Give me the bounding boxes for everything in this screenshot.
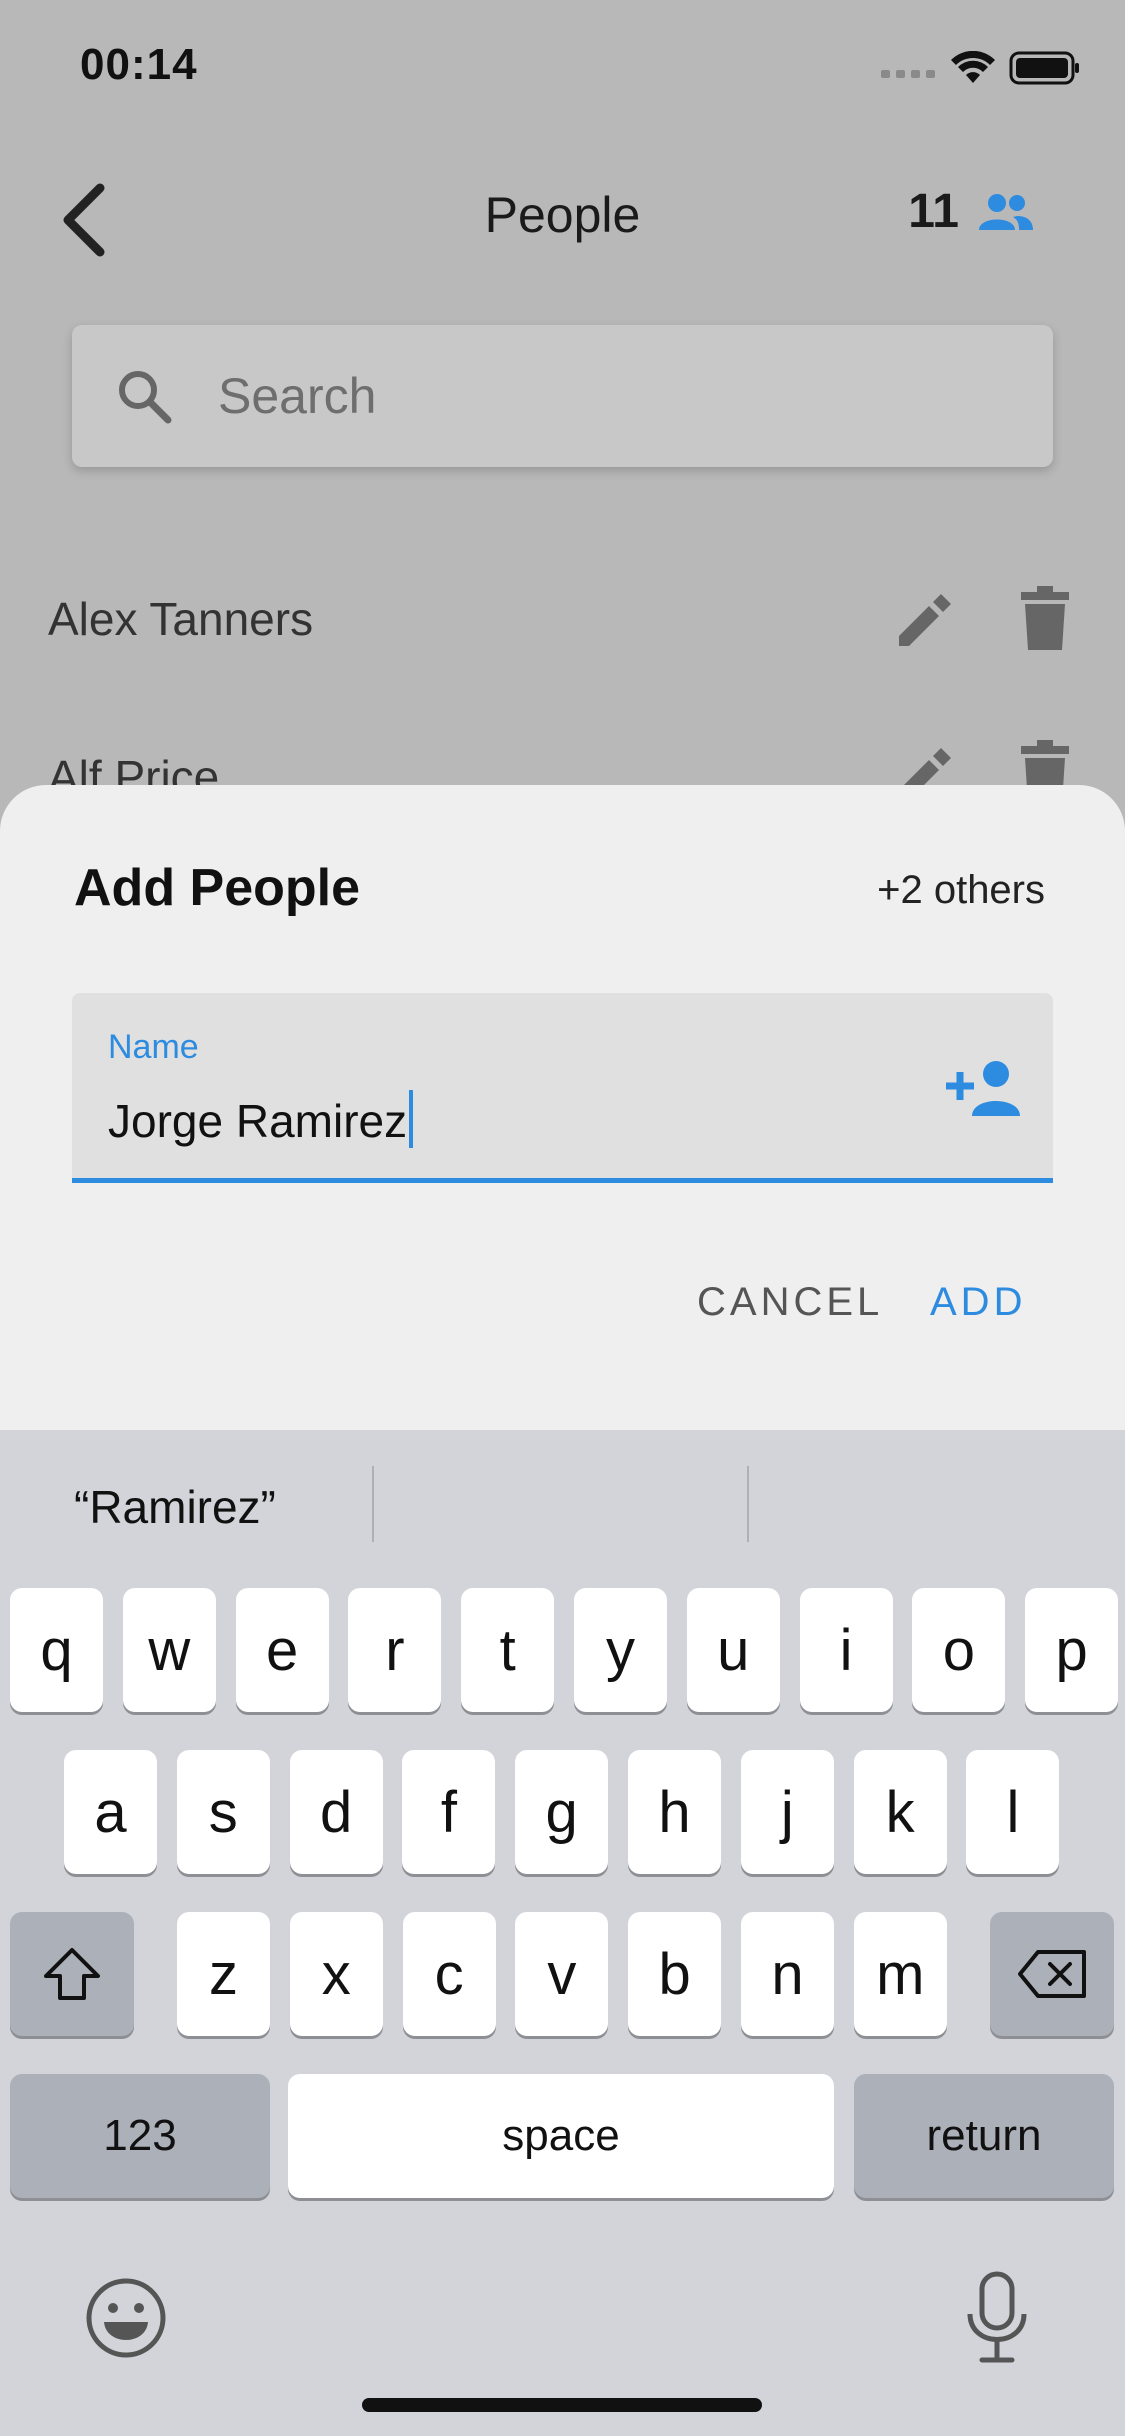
key-j[interactable]: j — [740, 1750, 834, 1874]
key-x[interactable]: x — [289, 1912, 383, 2036]
search-bar[interactable] — [72, 325, 1053, 467]
return-key[interactable]: return — [854, 2074, 1114, 2198]
name-field-label: Name — [108, 1028, 199, 1066]
person-name: Alf Price — [48, 751, 220, 785]
key-u[interactable]: u — [686, 1588, 780, 1712]
key-a[interactable]: a — [64, 1750, 157, 1874]
key-m[interactable]: m — [853, 1912, 947, 2036]
suggestion-divider — [747, 1466, 749, 1542]
suggestion-1[interactable]: “Ramirez” — [74, 1480, 276, 1534]
key-p[interactable]: p — [1025, 1588, 1119, 1712]
key-k[interactable]: k — [853, 1750, 947, 1874]
status-time: 00:14 — [80, 40, 198, 89]
key-w[interactable]: w — [122, 1588, 216, 1712]
shift-arrow-icon — [44, 1948, 100, 2000]
key-q[interactable]: q — [10, 1588, 103, 1712]
key-e[interactable]: e — [235, 1588, 329, 1712]
name-input[interactable]: Jorge Ramirez — [108, 1094, 407, 1148]
key-t[interactable]: t — [461, 1588, 555, 1712]
key-b[interactable]: b — [628, 1912, 722, 2036]
suggestion-divider — [372, 1466, 374, 1542]
key-v[interactable]: v — [515, 1912, 609, 2036]
key-z[interactable]: z — [177, 1912, 270, 2036]
home-indicator — [362, 2398, 762, 2412]
search-icon — [119, 371, 172, 424]
name-field[interactable] — [72, 993, 1053, 1183]
key-n[interactable]: n — [741, 1912, 834, 2036]
cancel-button[interactable]: CANCEL — [697, 1280, 883, 1325]
edit-pencil-icon[interactable] — [891, 588, 955, 652]
numbers-key[interactable]: 123 — [10, 2074, 270, 2198]
add-person-icon[interactable] — [944, 1058, 1022, 1120]
delete-trash-icon[interactable] — [1015, 586, 1075, 652]
sheet-title: Add People — [74, 859, 361, 917]
wifi-icon — [951, 51, 995, 83]
key-i[interactable]: i — [799, 1588, 893, 1712]
others-count: +2 others — [877, 868, 1045, 912]
key-g[interactable]: g — [515, 1750, 609, 1874]
key-h[interactable]: h — [628, 1750, 721, 1874]
cellular-signal-icon — [881, 70, 935, 78]
key-s[interactable]: s — [176, 1750, 270, 1874]
list-item[interactable]: Alf Price — [0, 710, 1125, 785]
emoji-icon[interactable] — [84, 2276, 168, 2360]
backspace-icon — [1018, 1950, 1086, 1998]
list-item[interactable]: Alex Tanners — [0, 560, 1125, 680]
status-icons — [881, 50, 1081, 86]
add-button[interactable]: ADD — [930, 1280, 1026, 1325]
space-key[interactable]: space — [288, 2074, 834, 2198]
people-icon — [979, 193, 1033, 230]
key-c[interactable]: c — [402, 1912, 496, 2036]
battery-icon — [1009, 51, 1079, 85]
key-f[interactable]: f — [402, 1750, 496, 1874]
person-name: Alex Tanners — [48, 593, 314, 645]
people-count: 11 — [908, 184, 1033, 239]
key-r[interactable]: r — [348, 1588, 442, 1712]
delete-trash-icon[interactable] — [1015, 740, 1075, 785]
search-input[interactable] — [216, 366, 1000, 426]
microphone-icon[interactable] — [962, 2270, 1032, 2366]
key-d[interactable]: d — [289, 1750, 383, 1874]
shift-key[interactable] — [10, 1912, 134, 2036]
text-cursor — [409, 1090, 413, 1148]
delete-key[interactable] — [990, 1912, 1114, 2036]
key-l[interactable]: l — [966, 1750, 1060, 1874]
edit-pencil-icon[interactable] — [891, 742, 955, 785]
key-y[interactable]: y — [574, 1588, 667, 1712]
people-count-number: 11 — [908, 185, 959, 238]
key-o[interactable]: o — [912, 1588, 1006, 1712]
